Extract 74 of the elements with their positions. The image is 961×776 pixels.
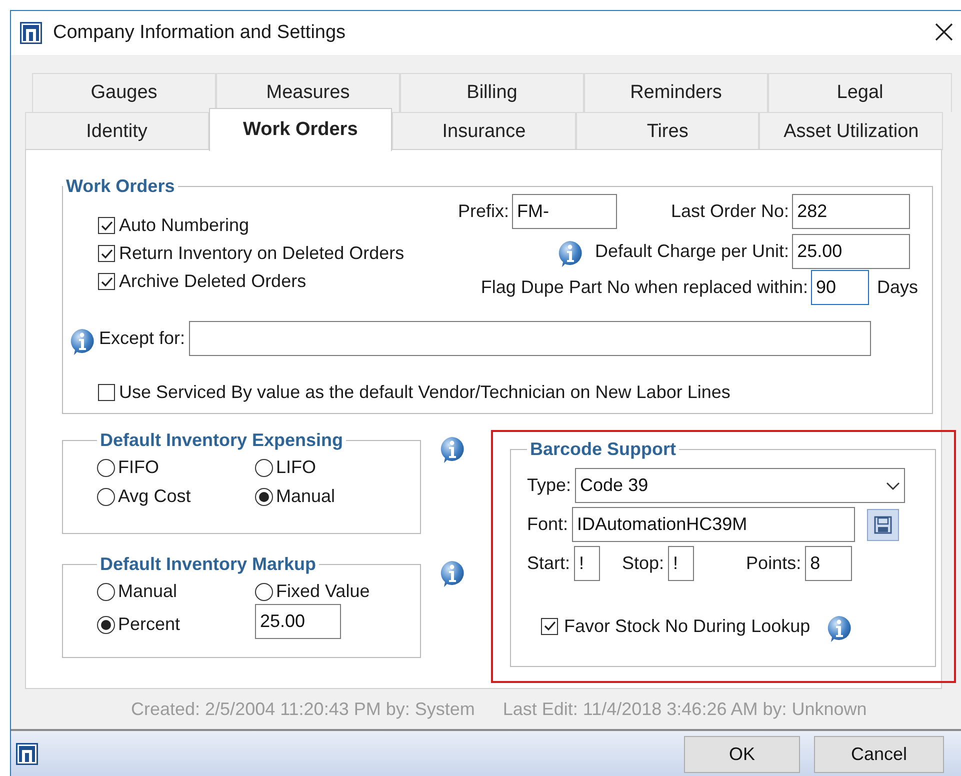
checkbox-label: Use Serviced By value as the default Vendor/Technician on New Labor Lines — [119, 382, 730, 403]
checkbox[interactable] — [98, 273, 115, 290]
info-icon[interactable] — [439, 560, 465, 588]
field-label: Type: — [527, 475, 572, 496]
radio-label: FIFO — [118, 457, 159, 478]
input-field[interactable]: 25.00 — [255, 604, 341, 639]
window-title: Company Information and Settings — [53, 22, 347, 44]
field-label: Start: — [527, 553, 570, 574]
tab[interactable]: Legal — [768, 73, 952, 112]
checkbox[interactable] — [541, 618, 558, 634]
radio-button[interactable] — [255, 458, 273, 476]
info-icon[interactable] — [826, 615, 852, 643]
checkbox-label: Return Inventory on Deleted Orders — [119, 243, 404, 264]
checkbox-label: Favor Stock No During Lookup — [564, 616, 810, 636]
tab[interactable]: Asset Utilization — [759, 112, 943, 150]
radio-button[interactable] — [97, 582, 115, 600]
radio-label: Avg Cost — [118, 486, 191, 507]
radio-label: Manual — [118, 581, 178, 602]
tab[interactable]: Work Orders — [208, 108, 392, 151]
created-info: Created: 2/5/2004 11:20:43 PM by: System — [131, 698, 475, 720]
input-field[interactable]: 25.00 — [792, 234, 910, 268]
field-label: Font: — [527, 514, 568, 535]
field-label: Last Order No: — [671, 200, 790, 222]
info-icon[interactable] — [439, 436, 465, 464]
tab[interactable]: Insurance — [392, 112, 576, 150]
checkbox-label: Archive Deleted Orders — [119, 271, 306, 292]
radio-button[interactable] — [97, 488, 115, 506]
field-label: Points: — [746, 553, 802, 574]
radio-button[interactable] — [97, 458, 115, 476]
app-logo-icon — [19, 21, 43, 45]
last-edit-info: Last Edit: 11/4/2018 3:46:26 AM by: Unknown — [502, 698, 867, 720]
radio-label: Percent — [118, 614, 180, 635]
checkbox[interactable] — [98, 217, 115, 234]
input-field[interactable]: 90 — [811, 270, 870, 304]
field-label: Days — [877, 276, 918, 298]
radio-label: LIFO — [276, 457, 316, 478]
radio-button[interactable] — [97, 616, 115, 634]
group-title: Work Orders — [65, 176, 176, 197]
input-field[interactable]: 282 — [792, 194, 910, 228]
field-label: Stop: — [622, 553, 664, 574]
field-label: Prefix: — [458, 200, 510, 222]
checkbox-label: Auto Numbering — [119, 215, 250, 236]
radio-label: Manual — [276, 486, 336, 507]
radio-button[interactable] — [255, 582, 273, 600]
checkbox[interactable] — [98, 384, 115, 401]
save-icon[interactable] — [867, 508, 900, 540]
app-logo-icon — [15, 742, 39, 766]
tab[interactable]: Reminders — [584, 73, 768, 112]
tab[interactable]: Measures — [216, 73, 400, 112]
input-field[interactable]: ! — [574, 546, 600, 581]
group-title: Default Inventory Markup — [99, 554, 318, 575]
field-label: Flag Dupe Part No when replaced within: — [480, 276, 808, 298]
info-icon[interactable] — [556, 240, 583, 268]
tab[interactable]: Billing — [400, 73, 584, 112]
input-field[interactable]: ! — [668, 546, 694, 581]
radio-button[interactable] — [255, 488, 273, 506]
radio-label: Fixed Value — [276, 581, 370, 602]
tab[interactable]: Identity — [25, 112, 209, 150]
input-field[interactable]: 8 — [805, 546, 852, 581]
tab[interactable]: Tires — [576, 112, 760, 150]
cancel-button[interactable]: Cancel — [814, 736, 944, 772]
info-icon[interactable] — [69, 328, 95, 356]
input-field[interactable] — [189, 321, 872, 356]
input-field[interactable]: FM- — [512, 194, 618, 228]
input-field[interactable]: IDAutomationHC39M — [572, 507, 856, 542]
chevron-icon — [886, 482, 900, 490]
ok-button[interactable]: OK — [684, 736, 800, 772]
group-title: Default Inventory Expensing — [99, 430, 344, 451]
field-label: Except for: — [99, 328, 186, 349]
group-title: Barcode Support — [529, 439, 678, 460]
checkbox[interactable] — [98, 245, 115, 262]
dropdown[interactable]: Code 39 — [575, 468, 906, 503]
field-label: Default Charge per Unit: — [594, 240, 790, 262]
tab[interactable]: Gauges — [32, 73, 216, 112]
